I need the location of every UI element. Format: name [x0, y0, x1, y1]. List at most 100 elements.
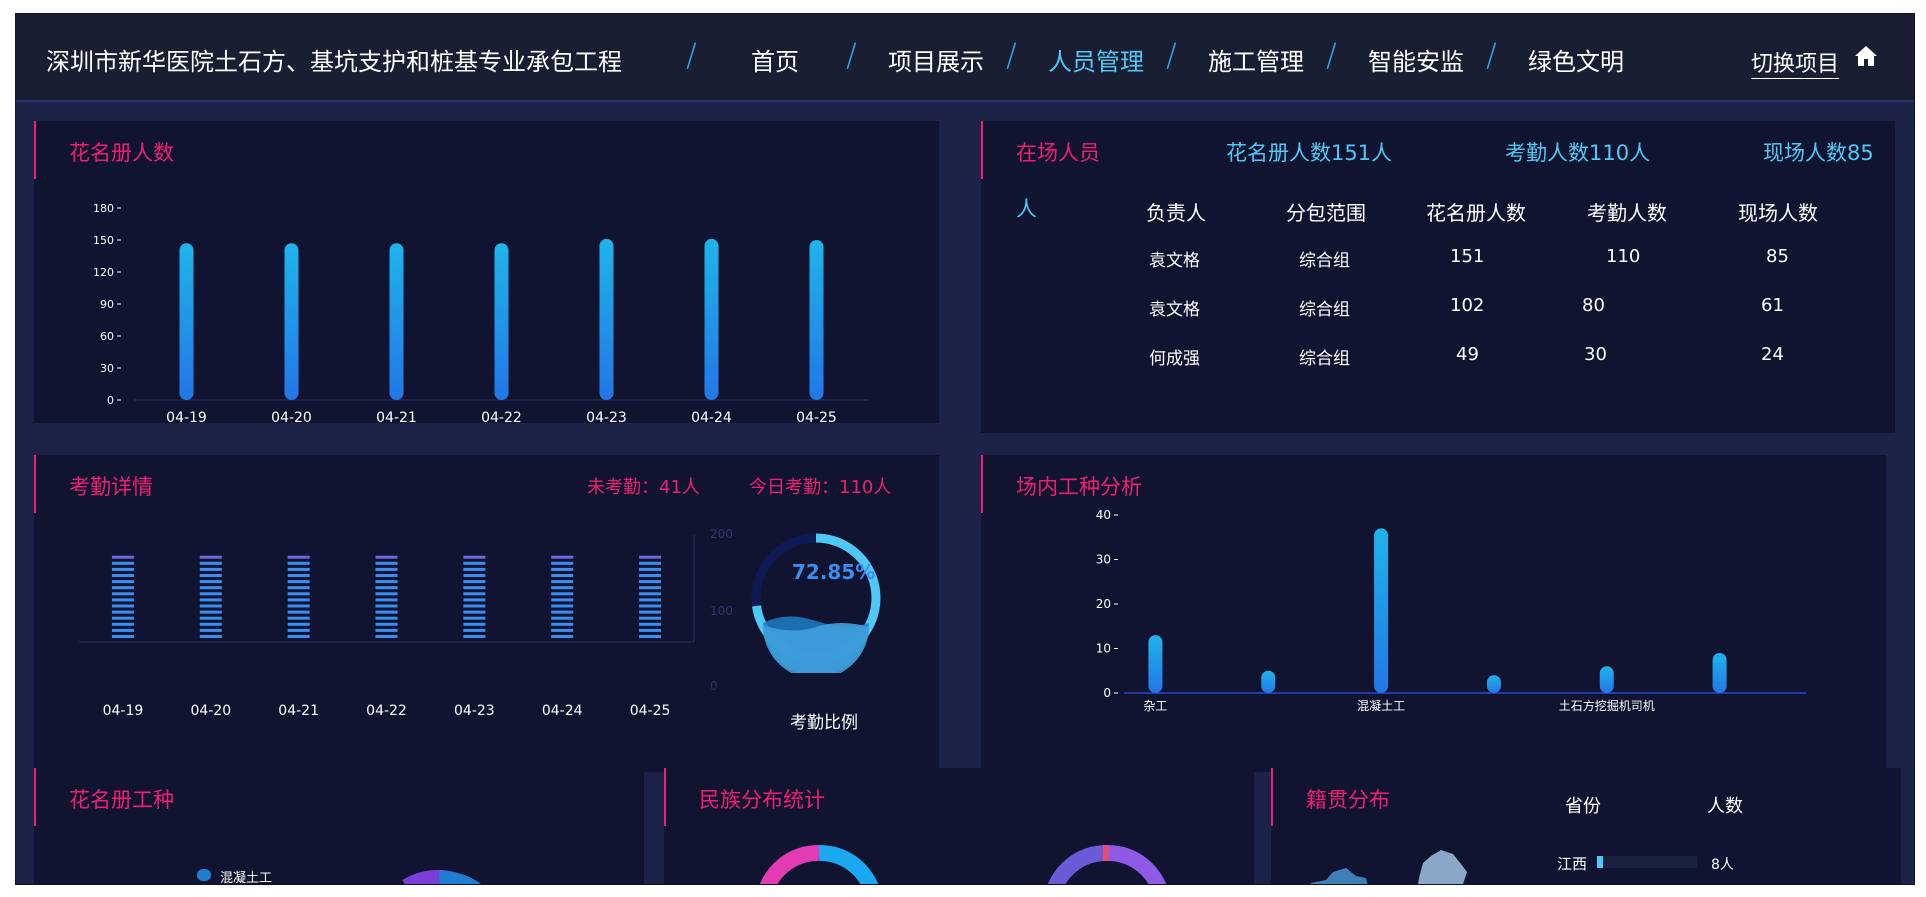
bar-segment — [111, 586, 134, 590]
bar-segment — [463, 616, 486, 620]
roster-worktype-panel: 花名册工种 混凝土工 — [34, 768, 644, 884]
bar-segment — [111, 580, 134, 584]
bar-segment — [287, 628, 310, 632]
onsite-personnel-panel: 在场人员 花名册人数151人 考勤人数110人 现场人数85 人 负责人 分包范… — [981, 121, 1895, 433]
y-tick-label: 200 — [710, 527, 733, 541]
attendance-gauge — [751, 533, 881, 673]
bar-segment — [111, 598, 134, 602]
attendance-detail-panel: 考勤详情 未考勤：41人 今日考勤：110人 0 100 200 04-19 04-20… — [34, 455, 939, 772]
table-cell: 110 — [1606, 246, 1641, 267]
bar-segment — [639, 635, 662, 638]
nav-divider: / — [1326, 36, 1337, 74]
bar-segment — [287, 574, 310, 577]
bar-segment — [199, 580, 222, 584]
bar — [1599, 666, 1614, 693]
home-icon[interactable] — [1854, 45, 1878, 67]
bar-segment — [199, 622, 222, 626]
worktype-bar-chart: 0 10 20 30 40 杂工 混凝土工 土石方挖掘机司机 — [1096, 508, 1806, 713]
bar-segment — [375, 628, 398, 632]
table-cell: 49 — [1456, 344, 1479, 365]
ethnic-distribution-panel: 民族分布统计 — [664, 768, 1254, 884]
bar-segment — [463, 628, 486, 632]
x-tick-label: 土石方挖掘机司机 — [1559, 698, 1655, 713]
bar-segment — [639, 598, 662, 602]
bar-segment — [639, 592, 662, 596]
bar-segment — [111, 635, 134, 638]
bar-segment — [551, 598, 574, 602]
table-cell: 何成强 — [1149, 349, 1200, 369]
y-tick-label: 120 — [93, 266, 114, 279]
bar — [599, 238, 614, 400]
bar — [389, 243, 404, 400]
bar-segment — [111, 561, 134, 565]
nav-divider: / — [1486, 36, 1497, 74]
table-cell: 袁文格 — [1149, 251, 1200, 271]
bar-segment — [375, 604, 398, 608]
bar-segment — [199, 555, 222, 559]
nav-safety[interactable]: 智能安监 — [1368, 42, 1464, 77]
nav-project-display[interactable]: 项目展示 — [888, 42, 984, 77]
project-title: 深圳市新华医院土石方、基坑支护和桩基专业承包工程 — [46, 48, 622, 76]
top-header: 深圳市新华医院土石方、基坑支护和桩基专业承包工程 / 首页 / 项目展示 / 人… — [16, 14, 1914, 102]
bar — [704, 238, 719, 400]
bar-segment — [111, 616, 134, 620]
table-cell: 30 — [1584, 344, 1607, 365]
bar-segment — [639, 610, 662, 614]
y-tick-label: 0 — [710, 679, 718, 693]
table-cell: 综合组 — [1299, 349, 1350, 369]
bar-segment — [463, 555, 486, 559]
table-cell: 85 — [1766, 246, 1789, 267]
roster-count-panel: 花名册人数 0 30 60 90 120 150 180 04-19 04-20 04-21 04-… — [34, 121, 939, 423]
bar-segment — [287, 616, 310, 620]
bar-segment — [287, 604, 310, 608]
table-cell: 24 — [1761, 344, 1784, 365]
gauge-wave — [762, 623, 869, 673]
x-tick-label: 04-21 — [376, 410, 417, 423]
worktype-analysis-panel: 场内工种分析 0 10 20 30 40 杂工 混凝土工 土石方挖掘机司机 — [981, 455, 1886, 772]
nav-green[interactable]: 绿色文明 — [1528, 42, 1624, 77]
nav-home[interactable]: 首页 — [751, 42, 799, 77]
bar-segment — [375, 592, 398, 596]
origin-distribution-panel: 籍贯分布 省份 人数 江西 8人 — [1271, 768, 1901, 884]
bar-segment — [199, 598, 222, 602]
bar-segment — [375, 561, 398, 565]
bar-segment — [463, 574, 486, 577]
bar-segment — [463, 592, 486, 596]
y-tick-label: 0 — [107, 394, 114, 407]
bar — [1148, 635, 1163, 693]
bar-segment — [551, 610, 574, 614]
bar-segment — [111, 567, 134, 571]
panel-title: 在场人员 — [1016, 141, 1100, 165]
bar-segment — [375, 586, 398, 590]
bar-segment — [111, 610, 134, 614]
origin-column-count: 人数 — [1707, 796, 1743, 817]
worktype-donut — [402, 869, 482, 884]
bar-segment — [287, 610, 310, 614]
nav-construction[interactable]: 施工管理 — [1208, 42, 1304, 77]
gauge-label: 考勤比例 — [790, 713, 858, 733]
bar-segment — [639, 555, 662, 559]
x-tick-label: 04-20 — [271, 410, 312, 423]
bar-segment — [375, 555, 398, 559]
origin-progress-track — [1597, 856, 1697, 868]
y-tick-label: 30 — [1096, 553, 1111, 567]
column-header: 花名册人数 — [1426, 201, 1526, 225]
switch-project-link[interactable]: 切换项目 — [1750, 46, 1839, 79]
table-cell: 102 — [1450, 295, 1485, 316]
bar-segment — [375, 574, 398, 577]
bar-segment — [639, 574, 662, 577]
bar-segment — [639, 628, 662, 632]
attendance-summary: 考勤人数110人 — [1505, 141, 1651, 165]
x-tick-label: 04-25 — [630, 703, 671, 719]
bar-segment — [199, 616, 222, 620]
bar — [809, 240, 824, 400]
bar-segment — [463, 561, 486, 565]
nav-personnel[interactable]: 人员管理 — [1048, 42, 1144, 77]
bar-segment — [287, 622, 310, 626]
bar-segment — [463, 598, 486, 602]
x-tick-label: 04-22 — [366, 703, 407, 719]
bar-segment — [551, 574, 574, 577]
china-map — [1310, 850, 1467, 884]
x-tick-label: 04-20 — [190, 703, 231, 719]
table-cell: 袁文格 — [1149, 300, 1200, 320]
